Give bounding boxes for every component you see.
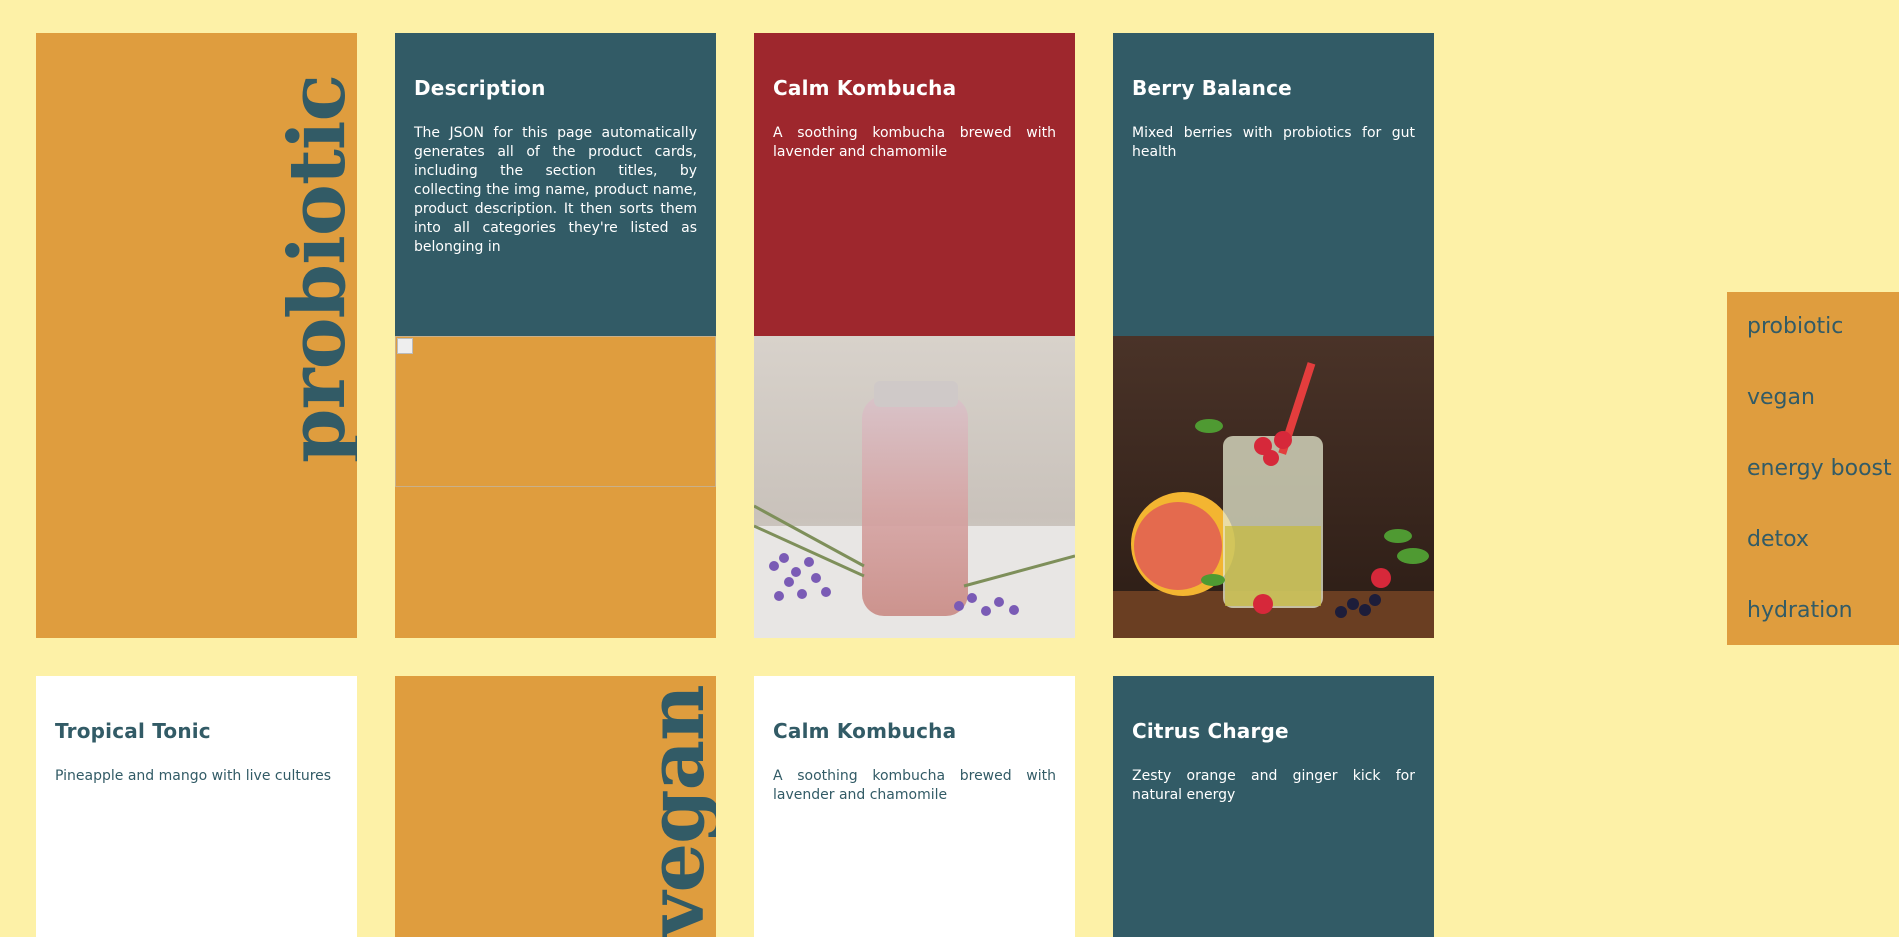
card-description: A soothing kombucha brewed with lavender… [773,125,1056,160]
product-card[interactable]: Calm Kombucha A soothing kombucha brewed… [754,33,1075,638]
card-title: Calm Kombucha [773,719,957,743]
card-image-area [395,336,716,638]
section-title: vegan [631,685,716,937]
card-description: Zesty orange and ginger kick for natural… [1132,768,1415,803]
product-card[interactable]: Tropical Tonic Pineapple and mango with … [36,676,357,937]
card-title: Description [414,76,546,100]
product-card[interactable]: Citrus Charge Zesty orange and ginger ki… [1113,676,1434,937]
product-card[interactable]: Berry Balance Mixed berries with probiot… [1113,33,1434,638]
lavender-kombucha-image [754,336,1075,638]
broken-image-icon [395,336,716,487]
card-description: A soothing kombucha brewed with lavender… [773,768,1056,803]
section-card-probiotic: probiotic [36,33,357,638]
card-description: Pineapple and mango with live cultures [55,768,332,784]
card-text: Berry Balance Mixed berries with probiot… [1113,33,1434,336]
description-card: Description The JSON for this page autom… [395,33,716,638]
sidebar-item-detox[interactable]: detox [1727,523,1899,594]
card-title: Berry Balance [1132,76,1292,100]
card-description: The JSON for this page automatically gen… [414,125,697,255]
category-sidebar: probiotic vegan energy boost detox hydra… [1727,292,1899,645]
sidebar-item-probiotic[interactable]: probiotic [1727,310,1899,381]
card-title: Calm Kombucha [773,76,957,100]
sidebar-item-hydration[interactable]: hydration [1727,594,1899,665]
card-text: Citrus Charge Zesty orange and ginger ki… [1113,676,1434,937]
card-description: Mixed berries with probiotics for gut he… [1132,125,1415,160]
card-title: Citrus Charge [1132,719,1289,743]
sidebar-item-vegan[interactable]: vegan [1727,381,1899,452]
section-card-vegan: vegan [395,676,716,937]
product-card[interactable]: Calm Kombucha A soothing kombucha brewed… [754,676,1075,937]
card-text: Description The JSON for this page autom… [395,33,716,336]
sidebar-item-energy-boost[interactable]: energy boost [1727,452,1899,523]
card-text: Calm Kombucha A soothing kombucha brewed… [754,676,1075,937]
card-title: Tropical Tonic [55,719,211,743]
section-title: probiotic [272,74,357,463]
card-text: Calm Kombucha A soothing kombucha brewed… [754,33,1075,336]
card-text: Tropical Tonic Pineapple and mango with … [36,676,357,937]
berry-drink-image [1113,336,1434,638]
